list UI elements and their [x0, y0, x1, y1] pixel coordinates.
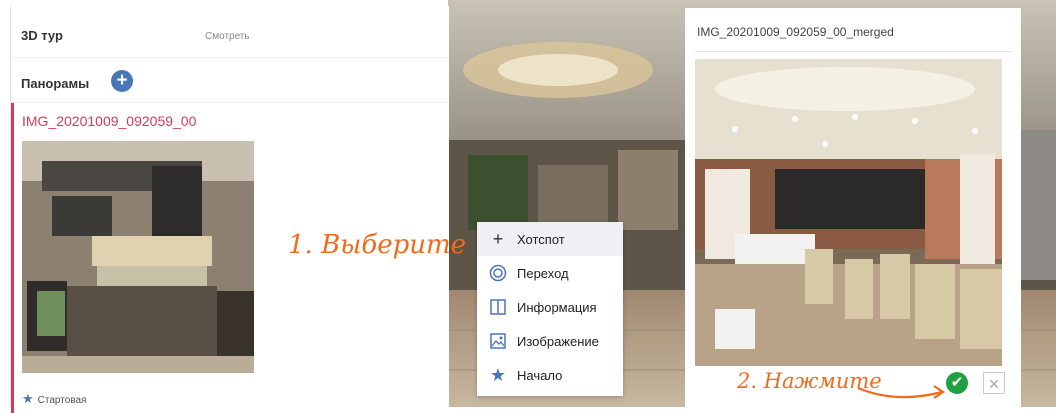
image-icon: [489, 332, 507, 350]
view-link[interactable]: Смотреть: [205, 31, 250, 42]
check-icon[interactable]: ✔: [946, 372, 968, 394]
menu-item-label: Начало: [517, 368, 563, 383]
preview-title: IMG_20201009_092059_00_merged: [697, 25, 894, 39]
panoramas-heading: Панорамы: [21, 76, 90, 91]
hotspot-context-menu: + Хотспот Переход Информация Изображение…: [477, 222, 623, 396]
panorama-thumbnail[interactable]: [22, 141, 254, 373]
divider: [11, 57, 449, 58]
annotation-arrow: [857, 385, 945, 399]
menu-item-transition[interactable]: Переход: [477, 256, 623, 290]
target-icon: [489, 264, 507, 282]
plus-icon: +: [492, 229, 504, 249]
menu-item-label: Переход: [517, 266, 569, 281]
menu-item-start[interactable]: ★ Начало: [477, 358, 623, 392]
menu-item-label: Хотспот: [517, 232, 565, 247]
divider: [695, 51, 1011, 52]
menu-item-hotspot[interactable]: + Хотспот: [477, 222, 623, 256]
menu-item-info[interactable]: Информация: [477, 290, 623, 324]
close-icon[interactable]: ✕: [983, 372, 1005, 394]
start-indicator: ★ Стартовая: [22, 391, 86, 407]
plus-circle-icon[interactable]: +: [111, 70, 133, 92]
menu-item-image[interactable]: Изображение: [477, 324, 623, 358]
star-icon: ★: [489, 365, 507, 385]
image-preview-panel: IMG_20201009_092059_00_merged ✔ ✕: [685, 8, 1021, 407]
panorama-name: IMG_20201009_092059_00: [22, 113, 197, 129]
tour-sidebar: 3D тур Смотреть Панорамы + IMG_20201009_…: [10, 6, 449, 413]
annotation-step-1: 1. Выберите: [288, 230, 467, 260]
star-icon: ★: [22, 391, 34, 406]
menu-item-label: Изображение: [517, 334, 599, 349]
menu-item-label: Информация: [517, 300, 597, 315]
start-label: Стартовая: [37, 395, 87, 406]
tour-title: 3D тур: [21, 28, 63, 43]
info-icon: [489, 298, 507, 316]
preview-image: [695, 59, 1002, 366]
